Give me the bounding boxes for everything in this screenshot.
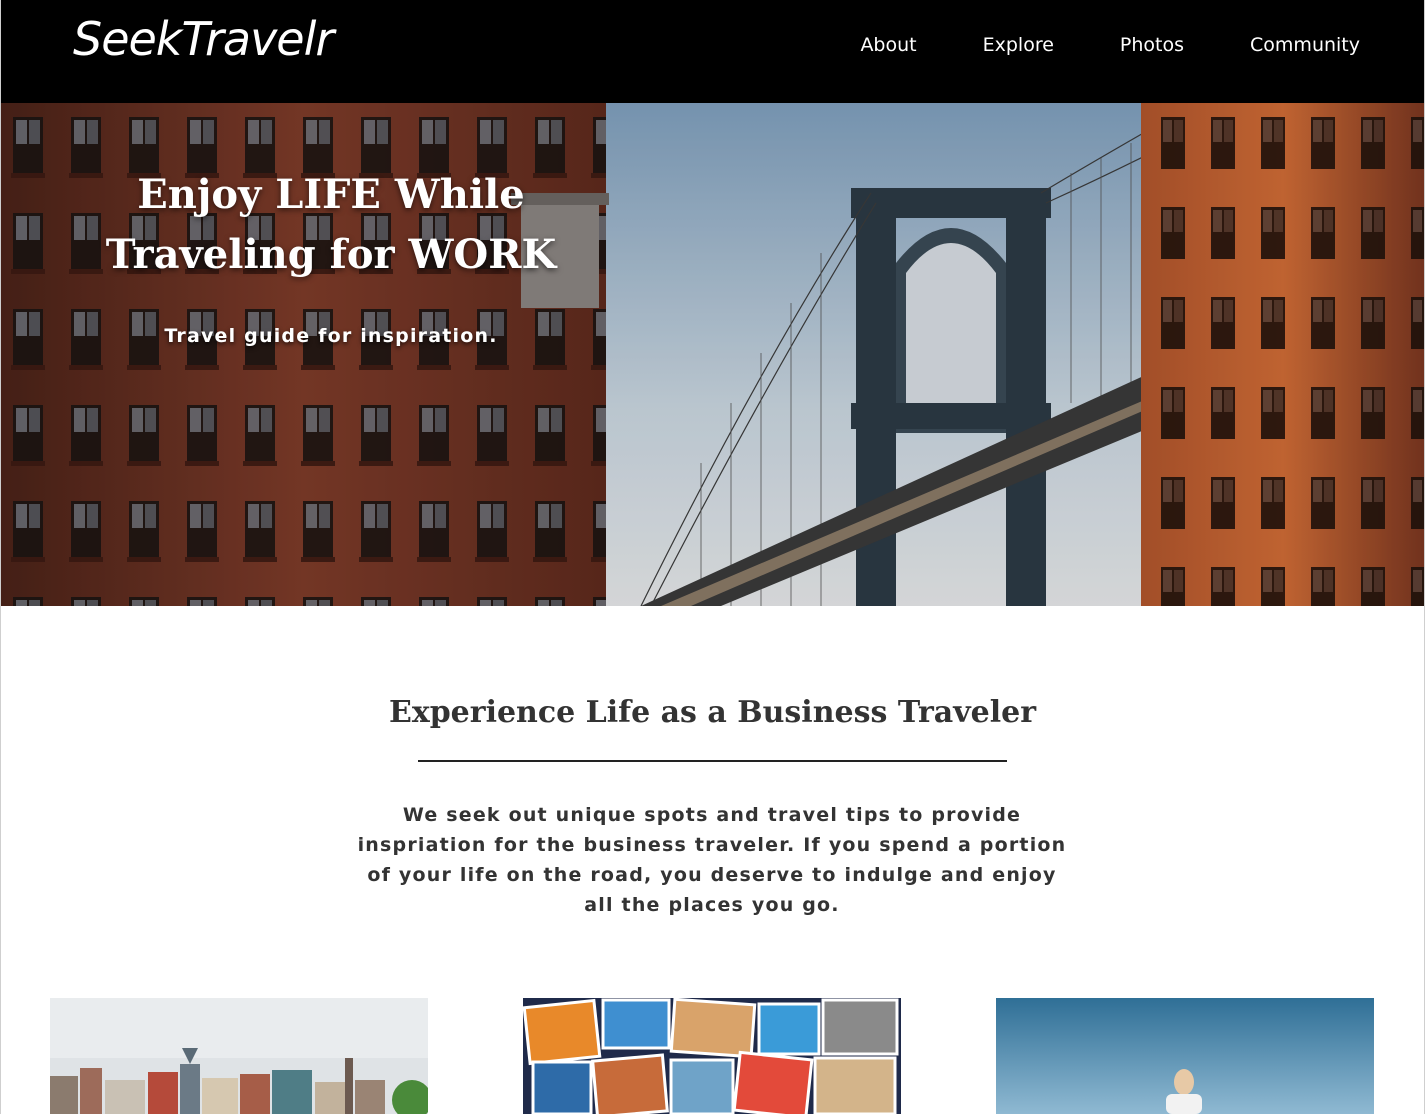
hero-subtitle: Travel guide for inspiration. [164, 325, 498, 347]
city-waterfront-image [50, 998, 428, 1114]
intro-paragraph: We seek out unique spots and travel tips… [357, 804, 1067, 916]
travel-collage-image [523, 998, 901, 1114]
hero-title: Enjoy LIFE While Traveling for WORK [81, 165, 581, 285]
nav-link-explore[interactable]: Explore [983, 34, 1054, 56]
hero-title-line2: Traveling for WORK [105, 231, 557, 278]
nav-link-about[interactable]: About [860, 34, 916, 56]
nav-link-community[interactable]: Community [1250, 34, 1360, 56]
heading-divider [418, 760, 1007, 762]
feature-card-traveler[interactable] [996, 998, 1374, 1114]
top-navbar: SeekTravelr About Explore Photos Communi… [1, 0, 1424, 103]
hero-title-line1: Enjoy LIFE While [137, 171, 525, 218]
site-logo[interactable]: SeekTravelr [73, 12, 334, 66]
main-nav: About Explore Photos Community [794, 34, 1360, 56]
nav-link-photos[interactable]: Photos [1120, 34, 1184, 56]
feature-card-city[interactable] [50, 998, 428, 1114]
hero-banner: Enjoy LIFE While Traveling for WORK Trav… [1, 103, 1424, 606]
feature-card-collage[interactable] [523, 998, 901, 1114]
intro-heading: Experience Life as a Business Traveler [388, 695, 1037, 730]
traveler-sea-image [996, 998, 1374, 1114]
